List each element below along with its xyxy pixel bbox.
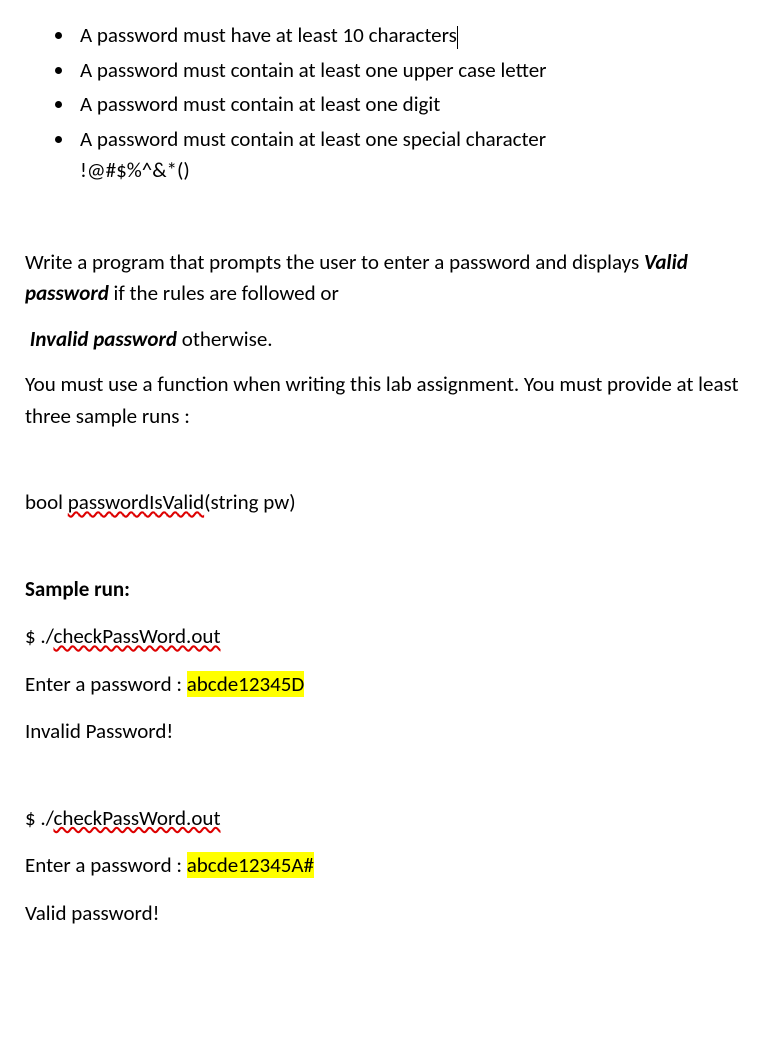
command-line: $ ./checkPassWord.out [25,621,748,653]
text: (string pw) [204,489,296,515]
paragraph: Write a program that prompts the user to… [25,247,748,310]
paragraph: Invalid password otherwise. [25,324,748,356]
text-cursor [457,26,458,49]
function-name: passwordIsValid [68,489,204,515]
user-input: abcde12345D [187,671,305,697]
output-line: Valid password! [25,898,748,930]
invalid-password-text: Invalid password [30,326,177,352]
bullet-text: A password must contain at least one upp… [80,57,547,83]
input-line: Enter a password : abcde12345A# [25,850,748,882]
function-signature: bool passwordIsValid(string pw) [25,487,748,519]
list-item: A password must have at least 10 charact… [75,20,748,52]
command-line: $ ./checkPassWord.out [25,803,748,835]
executable-name: checkPassWord.out [53,805,220,831]
prompt-symbol: $ ./ [25,623,53,649]
text: You must use a function when writing thi… [25,371,739,429]
requirements-list: A password must have at least 10 charact… [50,20,748,187]
bullet-text: A password must contain at least one spe… [80,126,546,152]
text: bool [25,489,68,515]
text: otherwise. [177,326,273,352]
paragraph: You must use a function when writing thi… [25,369,748,432]
list-item: A password must contain at least one upp… [75,55,748,87]
list-item: A password must contain at least one spe… [75,124,748,187]
invalid-password-label: Invalid password [25,326,177,352]
sample-run-section: Sample run: $ ./checkPassWord.out Enter … [25,574,748,930]
sample-run-heading: Sample run: [25,574,748,606]
output-line: Invalid Password! [25,716,748,748]
list-item: A password must contain at least one dig… [75,89,748,121]
prompt-symbol: $ ./ [25,805,53,831]
prompt-text: Enter a password : [25,852,187,878]
input-line: Enter a password : abcde12345D [25,669,748,701]
bullet-text: A password must contain at least one dig… [80,91,440,117]
instructions-section: Write a program that prompts the user to… [25,247,748,433]
prompt-text: Enter a password : [25,671,187,697]
text: if the rules are followed or [109,280,339,306]
bullet-text: !@#$%^&*() [80,157,190,183]
user-input: abcde12345A# [187,852,314,878]
bullet-text: A password must have at least 10 charact… [80,22,457,48]
executable-name: checkPassWord.out [53,623,220,649]
text: Write a program that prompts the user to… [25,249,644,275]
